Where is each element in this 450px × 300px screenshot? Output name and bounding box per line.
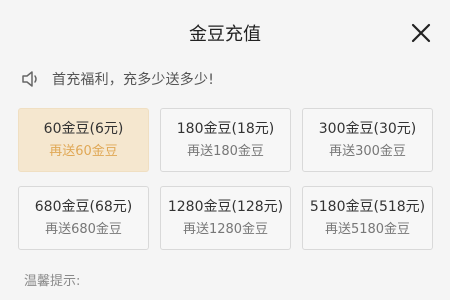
package-grid: 60金豆(6元) 再送60金豆 180金豆(18元) 再送180金豆 300金豆… xyxy=(18,108,434,250)
package-amount: 1280金豆(128元) xyxy=(167,199,284,215)
package-card[interactable]: 60金豆(6元) 再送60金豆 xyxy=(18,108,149,172)
package-card[interactable]: 180金豆(18元) 再送180金豆 xyxy=(160,108,291,172)
notice-bar: 首充福利，充多少送多少! xyxy=(20,66,214,92)
close-icon[interactable] xyxy=(410,22,432,44)
page-title: 金豆充值 xyxy=(189,24,261,45)
package-amount: 180金豆(18元) xyxy=(176,121,275,137)
package-card[interactable]: 680金豆(68元) 再送680金豆 xyxy=(18,186,149,250)
package-bonus: 再送180金豆 xyxy=(187,144,264,159)
package-bonus: 再送300金豆 xyxy=(329,144,406,159)
package-bonus: 再送5180金豆 xyxy=(324,222,411,237)
package-card[interactable]: 1280金豆(128元) 再送1280金豆 xyxy=(160,186,291,250)
package-amount: 300金豆(30元) xyxy=(318,121,417,137)
package-amount: 680金豆(68元) xyxy=(34,199,133,215)
tips-label: 温馨提示: xyxy=(24,274,81,289)
package-amount: 60金豆(6元) xyxy=(43,121,124,137)
package-bonus: 再送1280金豆 xyxy=(182,222,269,237)
package-amount: 5180金豆(518元) xyxy=(309,199,426,215)
speaker-icon xyxy=(22,71,37,87)
package-bonus: 再送680金豆 xyxy=(45,222,122,237)
package-card[interactable]: 5180金豆(518元) 再送5180金豆 xyxy=(302,186,433,250)
dialog-header: 金豆充值 xyxy=(0,0,450,64)
notice-text: 首充福利，充多少送多少! xyxy=(52,72,215,88)
package-bonus: 再送60金豆 xyxy=(49,144,118,159)
package-card[interactable]: 300金豆(30元) 再送300金豆 xyxy=(302,108,433,172)
